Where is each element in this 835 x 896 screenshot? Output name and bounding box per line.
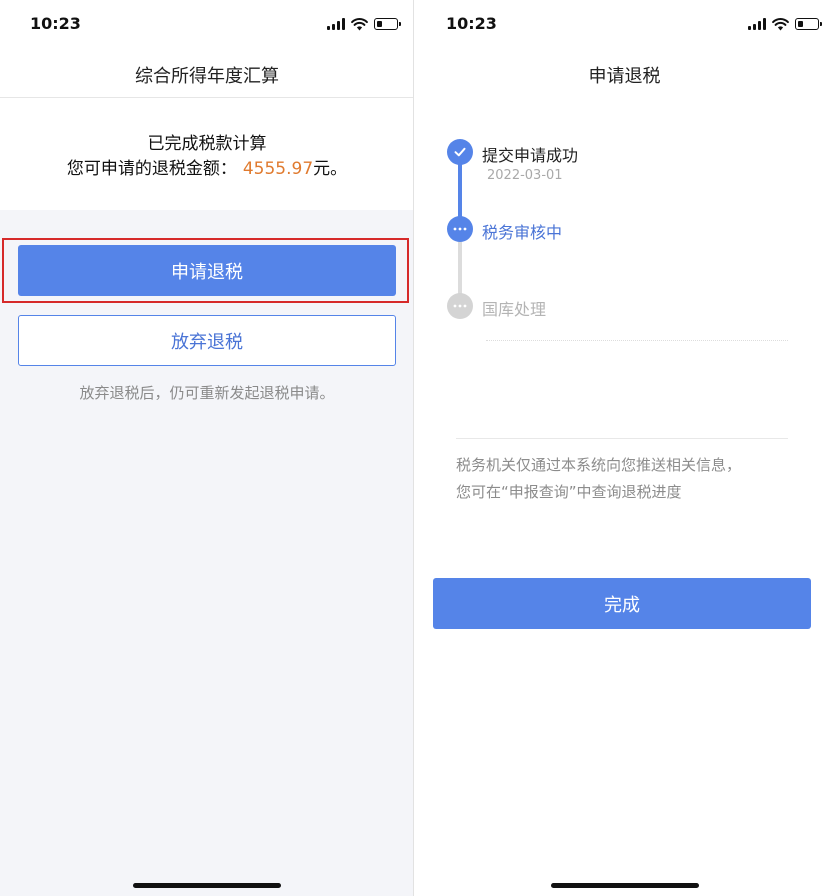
- abandon-refund-button[interactable]: 放弃退税: [18, 315, 396, 366]
- step-label-submitted: 提交申请成功: [482, 146, 579, 165]
- divider: [456, 438, 788, 439]
- status-time: 10:23: [446, 14, 497, 33]
- ellipsis-icon: [447, 293, 473, 319]
- abandon-hint: 放弃退税后，仍可重新发起退税申请。: [79, 384, 335, 402]
- step-date-submitted: 2022-03-01: [487, 168, 563, 183]
- cellular-signal-icon: [327, 18, 345, 30]
- status-bar: 10:23: [414, 0, 835, 50]
- battery-level-fill: [376, 20, 382, 27]
- right-screen: 10:23 申请退税 提交申请成功 2022-03-01 税务审核中 国库处理 …: [414, 0, 835, 896]
- step-label-treasury: 国库处理: [482, 300, 547, 319]
- page-title: 申请退税: [588, 66, 661, 87]
- notice-text: 税务机关仅通过本系统向您推送相关信息，: [456, 456, 742, 474]
- page-title: 综合所得年度汇算: [135, 66, 279, 87]
- status-bar: 10:23: [0, 0, 414, 50]
- tax-result-card: 已完成税款计算 您可申请的退税金额： 4555.97元。: [0, 98, 414, 210]
- wifi-icon: [351, 17, 368, 30]
- timeline-connector-pending: [458, 236, 462, 298]
- nav-bar: 申请退税: [414, 50, 835, 98]
- refund-amount-line: 您可申请的退税金额： 4555.97元。: [0, 154, 414, 179]
- status-time: 10:23: [30, 14, 81, 33]
- amount-suffix: 元。: [313, 159, 348, 179]
- status-icons: [748, 16, 822, 32]
- cellular-signal-icon: [748, 18, 766, 30]
- ellipsis-icon: [447, 216, 473, 242]
- divider: [486, 340, 788, 341]
- left-screen: 10:23 综合所得年度汇算 已完成税款计算 您可申请的退税金额： 4555.97…: [0, 0, 414, 896]
- battery-level-fill: [797, 20, 803, 27]
- done-button[interactable]: 完成: [433, 578, 811, 629]
- notice-text: 您可在“申报查询”中查询退税进度: [456, 483, 682, 501]
- battery-icon: [795, 18, 822, 30]
- amount-label: 您可申请的退税金额：: [66, 159, 237, 179]
- apply-refund-button[interactable]: 申请退税: [18, 245, 396, 296]
- result-title: 已完成税款计算: [147, 134, 267, 154]
- step-label-reviewing: 税务审核中: [482, 223, 563, 242]
- check-icon: [447, 139, 473, 165]
- battery-icon: [374, 18, 401, 30]
- home-indicator[interactable]: [550, 883, 699, 888]
- wifi-icon: [772, 17, 789, 30]
- status-icons: [327, 16, 401, 32]
- home-indicator[interactable]: [133, 883, 281, 888]
- refund-amount: 4555.97: [242, 159, 314, 179]
- nav-bar: 综合所得年度汇算: [0, 50, 414, 98]
